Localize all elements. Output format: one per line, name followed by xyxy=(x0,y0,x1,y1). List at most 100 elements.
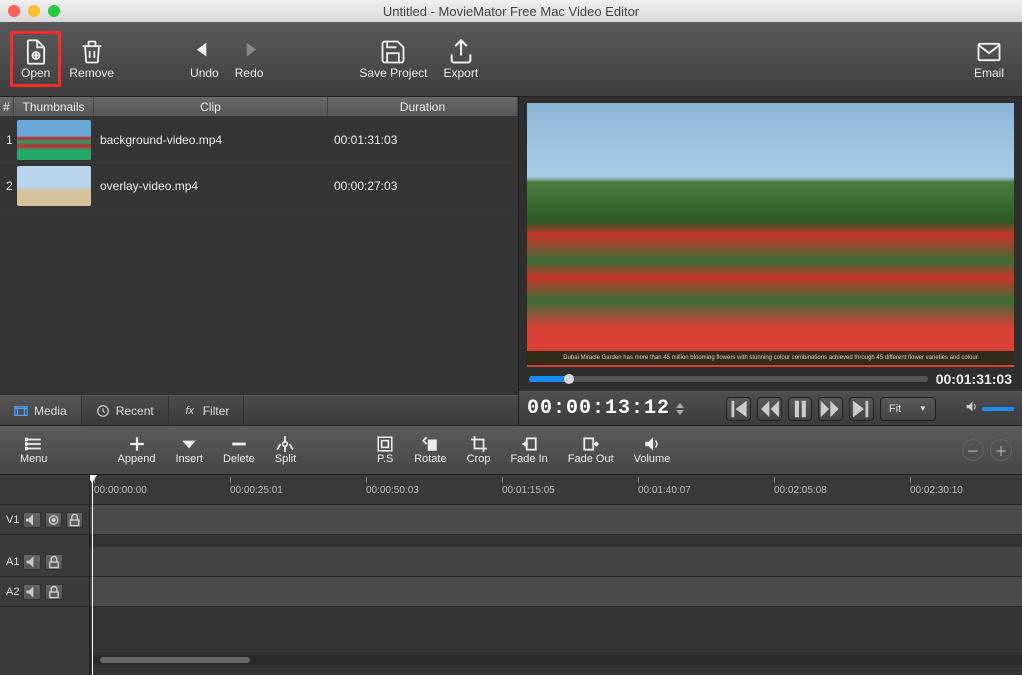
media-header: # Thumbnails Clip Duration xyxy=(0,97,518,117)
ps-icon xyxy=(376,435,394,453)
append-button[interactable]: Append xyxy=(108,433,166,467)
track-name: A1 xyxy=(6,556,19,568)
track-lock-button[interactable] xyxy=(45,554,63,570)
ps-button[interactable]: P.S xyxy=(366,433,404,467)
track-lock-button[interactable] xyxy=(45,584,63,600)
insert-button[interactable]: Insert xyxy=(165,433,213,467)
save-project-button[interactable]: Save Project xyxy=(351,34,435,84)
tab-filter-label: Filter xyxy=(203,404,230,418)
insert-icon xyxy=(180,435,198,453)
zoom-in-button[interactable]: ＋ xyxy=(990,439,1012,461)
undo-label: Undo xyxy=(190,66,219,80)
email-button[interactable]: Email xyxy=(966,34,1012,84)
timeline-scrollbar[interactable] xyxy=(90,655,1022,665)
row-number: 2 xyxy=(0,179,14,193)
track-mute-button[interactable] xyxy=(23,584,41,600)
timecode-down[interactable] xyxy=(676,410,684,415)
main-area: # Thumbnails Clip Duration 1 background-… xyxy=(0,97,1022,425)
col-number[interactable]: # xyxy=(0,97,14,116)
undo-button[interactable]: Undo xyxy=(182,34,227,84)
timeline-menu-button[interactable]: Menu xyxy=(10,433,58,467)
filter-icon: fx xyxy=(183,404,197,418)
speaker-icon[interactable] xyxy=(965,400,978,416)
skip-end-button[interactable] xyxy=(849,397,874,421)
fadeout-icon xyxy=(582,435,600,453)
scrollbar-thumb[interactable] xyxy=(100,657,250,663)
volume-slider[interactable] xyxy=(982,407,1014,411)
fadein-button[interactable]: Fade In xyxy=(500,433,557,467)
clip-thumbnail xyxy=(17,120,91,160)
track-lock-button[interactable] xyxy=(66,512,83,528)
timeline-ruler[interactable]: 00:00:00:00 00:00:25:01 00:00:50:03 00:0… xyxy=(90,475,1022,505)
track-v1[interactable] xyxy=(90,505,1022,535)
window-title: Untitled - MovieMator Free Mac Video Edi… xyxy=(383,4,639,19)
track-name: V1 xyxy=(6,514,19,526)
clip-duration: 00:01:31:03 xyxy=(328,133,518,147)
col-duration[interactable]: Duration xyxy=(328,97,518,116)
preview-canvas[interactable]: Dubai Miracle Garden has more than 45 mi… xyxy=(527,103,1014,367)
open-label: Open xyxy=(21,66,50,80)
media-row[interactable]: 1 background-video.mp4 00:01:31:03 xyxy=(0,117,518,163)
fadein-label: Fade In xyxy=(510,453,547,465)
scrub-row: 00:01:31:03 xyxy=(519,369,1022,391)
zoom-fit-dropdown[interactable]: Fit ▼ xyxy=(880,397,936,421)
track-a1[interactable] xyxy=(90,547,1022,577)
rotate-label: Rotate xyxy=(414,453,446,465)
fadeout-label: Fade Out xyxy=(568,453,614,465)
track-mute-button[interactable] xyxy=(23,554,41,570)
preview-subtitle: Dubai Miracle Garden has more than 45 mi… xyxy=(527,351,1014,365)
track-mute-button[interactable] xyxy=(23,512,40,528)
delete-button[interactable]: Delete xyxy=(213,433,265,467)
track-hide-button[interactable] xyxy=(45,512,62,528)
zoom-out-button[interactable]: － xyxy=(962,439,984,461)
timeline-zoom: － ＋ xyxy=(962,439,1012,461)
timecode-display[interactable]: 00:00:13:12 xyxy=(527,397,670,420)
clip-name: overlay-video.mp4 xyxy=(94,179,328,193)
pause-button[interactable] xyxy=(788,397,813,421)
timecode-up[interactable] xyxy=(676,403,684,408)
export-button[interactable]: Export xyxy=(435,34,486,84)
scrub-handle[interactable] xyxy=(564,374,574,384)
media-row[interactable]: 2 overlay-video.mp4 00:00:27:03 xyxy=(0,163,518,209)
email-label: Email xyxy=(974,66,1004,80)
ruler-tick: 00:02:30:10 xyxy=(910,485,963,496)
crop-button[interactable]: Crop xyxy=(457,433,501,467)
col-thumbnails[interactable]: Thumbnails xyxy=(14,97,94,116)
save-label: Save Project xyxy=(359,66,427,80)
forward-button[interactable] xyxy=(818,397,843,421)
track-header-v1: V1 xyxy=(0,505,89,535)
skip-start-button[interactable] xyxy=(726,397,751,421)
preview-frame: Dubai Miracle Garden has more than 45 mi… xyxy=(527,103,1014,367)
trash-icon xyxy=(78,38,106,66)
undo-icon xyxy=(190,38,218,66)
split-label: Split xyxy=(275,453,296,465)
split-icon xyxy=(276,435,294,453)
col-clip[interactable]: Clip xyxy=(94,97,328,116)
menu-label: Menu xyxy=(20,453,48,465)
remove-button[interactable]: Remove xyxy=(61,34,122,84)
split-button[interactable]: Split xyxy=(265,433,306,467)
tab-recent[interactable]: Recent xyxy=(82,396,169,425)
tab-filter[interactable]: fx Filter xyxy=(169,396,245,425)
ruler-tick: 00:01:15:05 xyxy=(502,485,555,496)
maximize-window-button[interactable] xyxy=(48,5,60,17)
track-a2[interactable] xyxy=(90,577,1022,607)
playhead[interactable] xyxy=(92,475,93,675)
ruler-tick: 00:02:05:08 xyxy=(774,485,827,496)
timeline-tracks[interactable]: 00:00:00:00 00:00:25:01 00:00:50:03 00:0… xyxy=(90,475,1022,675)
rotate-button[interactable]: Rotate xyxy=(404,433,456,467)
timeline-toolbar: Menu Append Insert Delete Split P.S Rota… xyxy=(0,425,1022,475)
open-icon xyxy=(22,38,50,66)
volume-button[interactable]: Volume xyxy=(624,433,681,467)
fadeout-button[interactable]: Fade Out xyxy=(558,433,624,467)
tab-recent-label: Recent xyxy=(116,404,154,418)
minimize-window-button[interactable] xyxy=(28,5,40,17)
close-window-button[interactable] xyxy=(8,5,20,17)
window-controls xyxy=(8,5,60,17)
scrubber[interactable] xyxy=(529,376,928,382)
open-button[interactable]: Open xyxy=(10,31,61,87)
menu-icon xyxy=(25,435,43,453)
redo-button[interactable]: Redo xyxy=(227,34,272,84)
rewind-button[interactable] xyxy=(757,397,782,421)
tab-media[interactable]: Media xyxy=(0,396,82,425)
